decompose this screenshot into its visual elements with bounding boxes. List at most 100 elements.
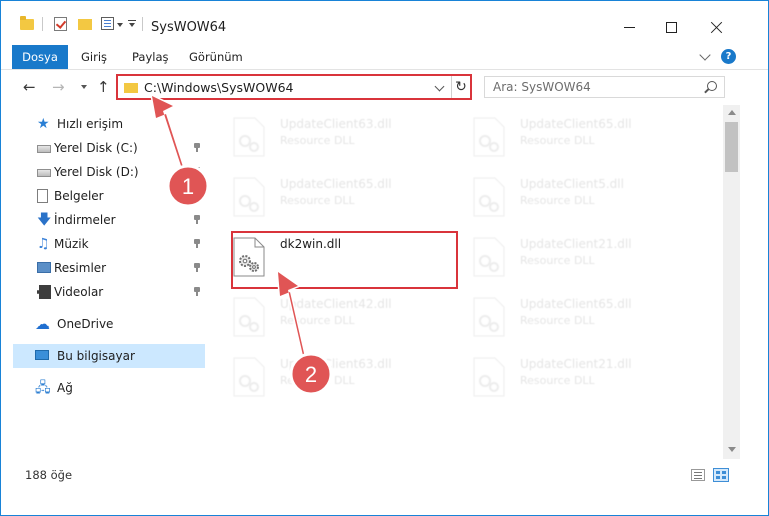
close-icon (710, 21, 723, 34)
file-item[interactable]: UpdateClient63.dll Resource DLL (214, 349, 449, 407)
recent-locations-icon[interactable] (81, 85, 87, 89)
pictures-icon (37, 262, 51, 273)
refresh-icon[interactable]: ↻ (451, 76, 470, 98)
search-input[interactable]: Ara: SysWOW64 (484, 76, 725, 98)
sidebar-item-network[interactable]: 🖧 Ağ (13, 376, 205, 400)
maximize-button[interactable] (653, 13, 689, 41)
address-dropdown-icon[interactable] (434, 81, 445, 92)
file-item[interactable]: UpdateClient63.dll Resource DLL (214, 109, 449, 167)
music-icon: ♫ (37, 236, 50, 252)
tab-share[interactable]: Paylaş (132, 45, 169, 69)
tab-home[interactable]: Giriş (81, 45, 107, 69)
file-item[interactable]: UpdateClient21.dll Resource DLL (454, 349, 689, 407)
sidebar-item-pictures[interactable]: Resimler (13, 256, 205, 280)
help-icon[interactable]: ? (721, 49, 736, 64)
drive-icon (37, 169, 51, 177)
sidebar-item-music[interactable]: ♫ Müzik (13, 232, 205, 256)
file-type: Resource DLL (280, 194, 355, 207)
sidebar-item-drive-d[interactable]: Yerel Disk (D:) (13, 160, 205, 184)
dll-file-icon (473, 117, 505, 157)
close-button[interactable] (698, 13, 734, 41)
status-item-count: 188 öğe (25, 468, 73, 482)
scroll-up-icon[interactable] (728, 110, 736, 115)
file-name: UpdateClient5.dll (520, 177, 624, 191)
title-bar: SysWOW64 (1, 1, 768, 43)
folder-icon[interactable] (20, 16, 34, 30)
new-folder-icon[interactable] (78, 19, 92, 30)
sidebar-item-onedrive[interactable]: ☁ OneDrive (13, 312, 205, 336)
tab-file[interactable]: Dosya (12, 45, 68, 69)
sidebar-item-quick-access[interactable]: ★ Hızlı erişim (13, 112, 205, 136)
file-type: Resource DLL (280, 374, 355, 387)
pin-icon (193, 143, 201, 152)
file-item[interactable]: UpdateClient21.dll Resource DLL (454, 229, 689, 287)
sidebar-item-drive-c[interactable]: Yerel Disk (C:) (13, 136, 205, 160)
dll-file-icon (473, 237, 505, 277)
file-item[interactable]: UpdateClient5.dll Resource DLL (454, 169, 689, 227)
file-name: UpdateClient63.dll (280, 117, 392, 131)
sidebar-item-videos[interactable]: Videolar (13, 280, 205, 304)
sidebar-item-label: Resimler (54, 261, 107, 275)
file-item[interactable]: UpdateClient65.dll Resource DLL (454, 289, 689, 347)
address-path[interactable]: C:\Windows\SysWOW64 (144, 80, 293, 95)
sidebar-item-label: Yerel Disk (C:) (54, 141, 138, 155)
scroll-thumb[interactable] (725, 122, 738, 172)
address-bar[interactable]: C:\Windows\SysWOW64 ↻ (116, 74, 472, 100)
file-name: UpdateClient65.dll (280, 177, 392, 191)
file-name: UpdateClient42.dll (280, 297, 392, 311)
navigation-pane: ★ Hızlı erişim Yerel Disk (C:) Yerel Dis… (1, 104, 206, 459)
sidebar-item-this-pc[interactable]: Bu bilgisayar (13, 344, 205, 368)
forward-arrow-icon[interactable]: → (52, 78, 65, 96)
properties-check-icon[interactable] (54, 17, 67, 31)
cloud-icon: ☁ (35, 315, 50, 333)
pin-icon (193, 191, 201, 200)
videos-icon (37, 285, 51, 299)
sidebar-item-label: OneDrive (57, 317, 114, 331)
file-type: Resource DLL (520, 314, 595, 327)
up-arrow-icon[interactable]: ↑ (97, 78, 110, 96)
vertical-scrollbar[interactable] (723, 105, 740, 459)
navigation-bar: ← → ↑ C:\Windows\SysWOW64 ↻ Ara: SysWOW6… (1, 69, 768, 103)
dll-file-icon (233, 117, 265, 157)
details-view-icon[interactable] (691, 469, 705, 481)
properties-icon[interactable] (101, 17, 114, 30)
scroll-down-icon[interactable] (728, 447, 736, 452)
file-name: UpdateClient63.dll (280, 357, 392, 371)
sidebar-item-label: Videolar (54, 285, 104, 299)
file-type: Resource DLL (280, 134, 355, 147)
sidebar-item-documents[interactable]: Belgeler (13, 184, 205, 208)
star-icon: ★ (37, 116, 50, 132)
tab-view[interactable]: Görünüm (189, 45, 243, 69)
back-arrow-icon[interactable]: ← (23, 78, 36, 96)
file-type: Resource DLL (520, 374, 595, 387)
pin-icon (193, 263, 201, 272)
dll-file-icon (233, 177, 265, 217)
dll-file-icon (233, 357, 265, 397)
sidebar-item-label: Ağ (57, 381, 73, 395)
drive-icon (37, 145, 51, 153)
file-item[interactable]: UpdateClient65.dll Resource DLL (454, 109, 689, 167)
sidebar-item-downloads[interactable]: 🡇 İndirmeler (13, 208, 205, 232)
downloads-icon: 🡇 (37, 212, 52, 228)
pin-icon (193, 215, 201, 224)
file-item[interactable]: UpdateClient65.dll Resource DLL (214, 169, 449, 227)
file-type: Resource DLL (280, 314, 355, 327)
maximize-icon (665, 21, 677, 33)
network-icon: 🖧 (35, 380, 51, 396)
chevron-down-icon[interactable] (117, 23, 123, 27)
dll-file-icon (473, 177, 505, 217)
dll-file-icon (473, 357, 505, 397)
large-icons-view-icon[interactable] (713, 468, 729, 482)
pin-icon (193, 239, 201, 248)
customize-toolbar-icon[interactable] (128, 20, 136, 27)
expand-ribbon-icon[interactable] (699, 49, 711, 61)
file-item[interactable]: UpdateClient42.dll Resource DLL (214, 289, 449, 347)
file-type: Resource DLL (520, 134, 595, 147)
folder-icon (124, 83, 138, 93)
documents-icon (37, 189, 48, 203)
dll-file-icon (473, 297, 505, 337)
pin-icon (193, 167, 201, 176)
sidebar-item-label: Bu bilgisayar (57, 349, 135, 363)
sidebar-item-label: Hızlı erişim (57, 117, 124, 131)
minimize-button[interactable] (611, 13, 647, 41)
